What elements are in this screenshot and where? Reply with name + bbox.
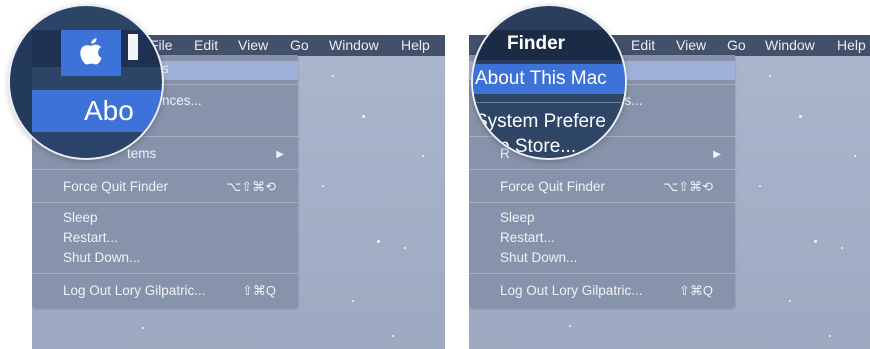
- menu-view[interactable]: View: [676, 37, 706, 53]
- menu-item-sleep[interactable]: Sleep: [63, 210, 98, 225]
- menu-view[interactable]: View: [238, 37, 268, 53]
- force-quit-shortcut: ⌥⇧⌘⟲: [663, 179, 713, 194]
- submenu-arrow-icon: ▶: [713, 149, 721, 160]
- menu-edit[interactable]: Edit: [194, 37, 218, 53]
- menu-item-shut-down[interactable]: Shut Down...: [500, 250, 577, 265]
- menu-item-about-this-mac-magnified[interactable]: Abo: [32, 90, 162, 132]
- menu-edit[interactable]: Edit: [631, 37, 655, 53]
- apple-menu-button[interactable]: [61, 30, 121, 76]
- menu-item-restart[interactable]: Restart...: [63, 230, 118, 245]
- menu-item-log-out[interactable]: Log Out Lory Gilpatric...: [500, 283, 643, 298]
- menu-item-restart[interactable]: Restart...: [500, 230, 555, 245]
- apple-logo-icon: [80, 38, 102, 65]
- menu-item-about-this-mac-magnified[interactable]: About This Mac: [473, 64, 625, 94]
- menu-item-system-preferences-magnified[interactable]: System Prefere: [475, 111, 606, 133]
- log-out-shortcut: ⇧⌘Q: [241, 283, 276, 298]
- force-quit-shortcut: ⌥⇧⌘⟲: [226, 179, 276, 194]
- magnifier-finder-menu: Finder About This Mac System Prefere p S…: [473, 6, 625, 158]
- menu-go[interactable]: Go: [290, 37, 309, 53]
- menu-item-shut-down[interactable]: Shut Down...: [63, 250, 140, 265]
- app-name-finder[interactable]: Finder: [507, 33, 565, 55]
- menu-item-app-store-magnified[interactable]: p Store...: [499, 136, 576, 158]
- menu-help[interactable]: Help: [401, 37, 430, 53]
- menu-item-sleep[interactable]: Sleep: [500, 210, 535, 225]
- menu-item-about-partial[interactable]: s: [162, 61, 169, 76]
- menu-window[interactable]: Window: [329, 37, 379, 53]
- magnifier-apple-menu: Abo: [10, 6, 162, 158]
- submenu-arrow-icon: ▶: [276, 149, 284, 160]
- menu-bar-next-item-partial: [128, 34, 138, 60]
- menu-item-preferences-partial[interactable]: nces...: [162, 93, 202, 108]
- menu-item-force-quit[interactable]: Force Quit Finder: [500, 179, 605, 194]
- menu-help[interactable]: Help: [837, 37, 866, 53]
- menu-window[interactable]: Window: [765, 37, 815, 53]
- menu-item-log-out[interactable]: Log Out Lory Gilpatric...: [63, 283, 206, 298]
- menu-go[interactable]: Go: [727, 37, 746, 53]
- log-out-shortcut: ⇧⌘Q: [678, 283, 713, 298]
- menu-item-force-quit[interactable]: Force Quit Finder: [63, 179, 168, 194]
